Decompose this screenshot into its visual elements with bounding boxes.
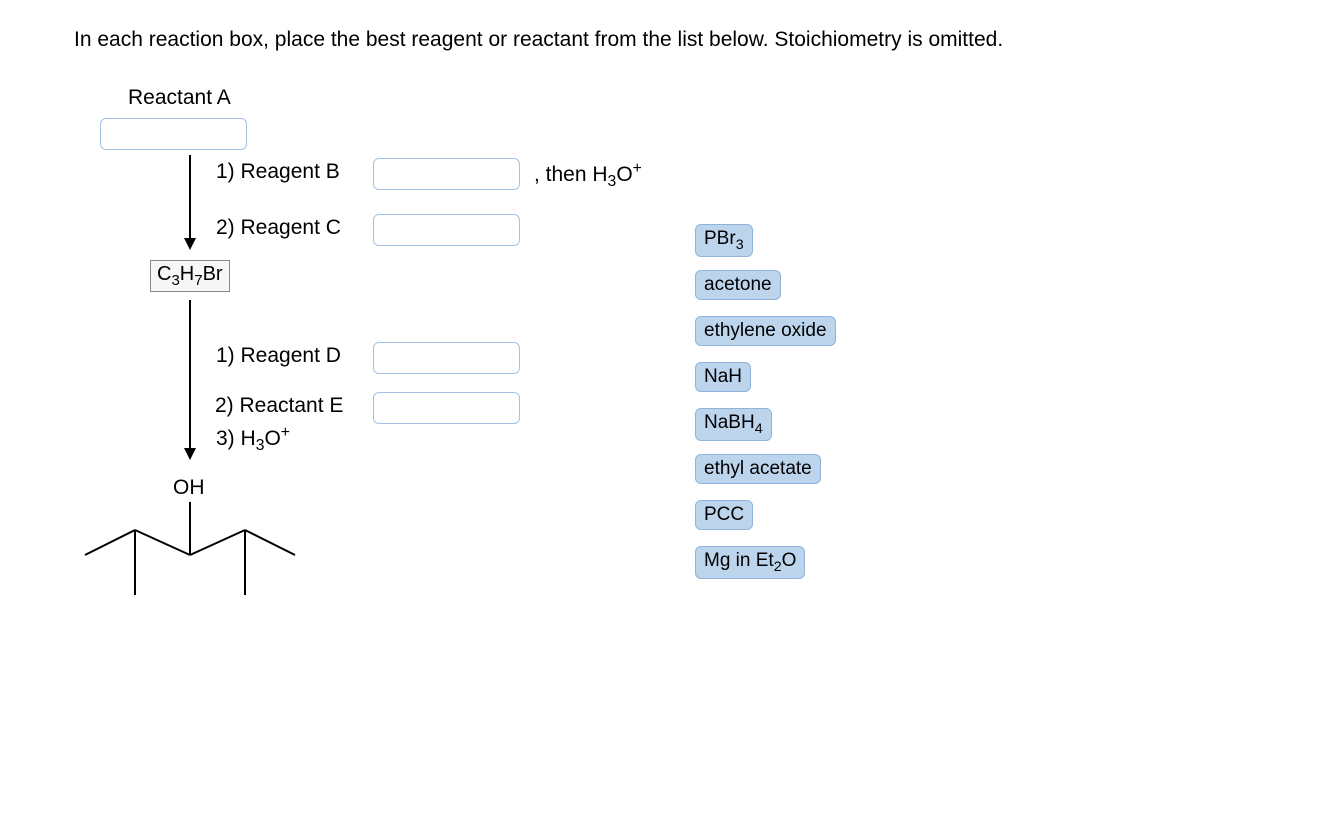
reagent-chip-pcc[interactable]: PCC [695, 500, 753, 530]
drop-slot-c[interactable] [373, 214, 520, 246]
reagent-chip-ethyl-acetate[interactable]: ethyl acetate [695, 454, 821, 484]
reactant-e-label: 2) Reactant E [215, 394, 343, 418]
reagent-chip-acetone[interactable]: acetone [695, 270, 781, 300]
reaction-arrow-1 [175, 150, 205, 255]
step-f-label: 3) H3O+ [216, 424, 290, 455]
drop-slot-e[interactable] [373, 392, 520, 424]
reagent-chip-pbr3[interactable]: PBr3 [695, 224, 753, 257]
reagent-chip-mg-et2o[interactable]: Mg in Et2O [695, 546, 805, 579]
reagent-b-suffix: , then H3O+ [534, 160, 642, 191]
reagent-d-label: 1) Reagent D [216, 344, 341, 368]
drop-slot-d[interactable] [373, 342, 520, 374]
reactant-a-label: Reactant A [128, 86, 231, 110]
drop-slot-b[interactable] [373, 158, 520, 190]
reagent-b-label: 1) Reagent B [216, 160, 340, 184]
intermediate-formula: C3H7Br [150, 260, 230, 292]
reagent-c-label: 2) Reagent C [216, 216, 341, 240]
reagent-chip-ethylene-oxide[interactable]: ethylene oxide [695, 316, 836, 346]
instruction-text: In each reaction box, place the best rea… [74, 28, 1003, 52]
reaction-arrow-2 [175, 295, 205, 465]
reagent-chip-nabh4[interactable]: NaBH4 [695, 408, 772, 441]
product-structure [70, 480, 320, 650]
drop-slot-a[interactable] [100, 118, 247, 150]
reagent-chip-nah[interactable]: NaH [695, 362, 751, 392]
